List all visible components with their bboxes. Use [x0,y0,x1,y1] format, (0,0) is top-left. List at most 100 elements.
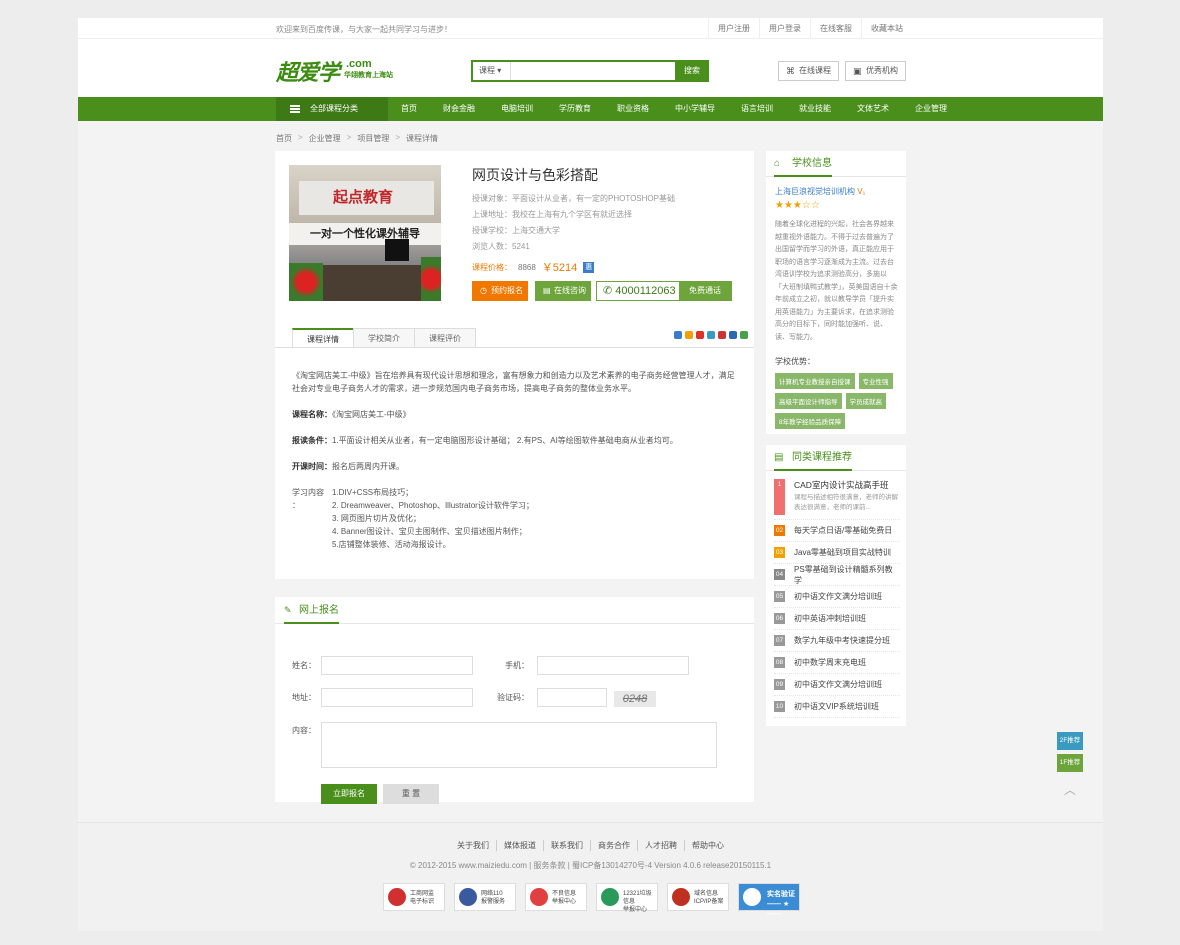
badge-line: 举报中心 [552,899,577,905]
tab-course-detail[interactable]: 课程详情 [292,328,354,347]
online-course-button[interactable]: ⌘ 在线课程 [778,61,839,81]
tab-course-review[interactable]: 课程评价 [414,328,476,347]
recommend-item[interactable]: 07 数学九年级中考快速提分班 [774,630,900,652]
address-field[interactable] [321,688,473,707]
nav-item-management[interactable]: 企业管理 [902,97,960,121]
reset-button[interactable]: 重 置 [383,784,439,804]
logo-text: 超爱学 [276,60,340,85]
name-field[interactable] [321,656,473,675]
requirement-label: 报读条件： [292,436,332,445]
footer-link-business[interactable]: 商务合作 [590,840,637,851]
good-org-label: 优秀机构 [866,66,898,75]
floor-1f-button[interactable]: 1F推荐 [1057,754,1083,772]
signup-button[interactable]: ◷ 预约报名 [472,281,528,301]
tab-divider [275,347,754,348]
course-school: 授课学校：上海交通大学 [472,226,560,235]
recommend-rank: 04 [774,569,785,580]
recommend-item[interactable]: 09 初中语文作文满分培训班 [774,674,900,696]
recommend-item-featured[interactable]: 1 CAD室内设计实战高手班 课程与描述相符很满意，老师的讲解表达很满意，老师的… [774,475,900,520]
nav-item-degree[interactable]: 学历教育 [546,97,604,121]
back-to-top-icon[interactable]: ︿ [1057,780,1083,800]
online-service-link[interactable]: 在线客服 [810,18,861,39]
captcha-image[interactable]: 0248 [614,691,656,707]
recommend-item[interactable]: 05 初中语文作文满分培训班 [774,586,900,608]
consult-button[interactable]: ▤ 在线咨询 [535,281,591,301]
share-renren-icon[interactable] [729,331,737,339]
badge-domain-icp[interactable]: 域名信息 ICP/IP备案 [667,883,729,911]
login-link[interactable]: 用户登录 [759,18,810,39]
search-category-select[interactable]: 课程 ▾ [473,62,511,80]
image-monitor [385,239,409,261]
nav-item-qualification[interactable]: 职业资格 [604,97,662,121]
copyright: © 2012-2015 www.maiziedu.com | 服务条款 | 蜀I… [409,861,772,870]
recommend-rank: 1 [774,479,785,515]
nav-item-skills[interactable]: 就业技能 [786,97,844,121]
badge-police-110[interactable]: 网络110 报警服务 [454,883,516,911]
search-button[interactable]: 搜索 [675,60,709,82]
floor-2f-button[interactable]: 2F推荐 [1057,732,1083,750]
breadcrumb-home[interactable]: 首页 [276,133,292,144]
nav-item-home[interactable]: 首页 [388,97,430,121]
footer-links: 关于我们 媒体报道 联系我们 商务合作 人才招聘 帮助中心 [78,840,1103,851]
share-tencent-icon[interactable] [707,331,715,339]
captcha-label: 验证码： [497,693,529,702]
recommend-title: ▤ 同类课程推荐 [774,445,852,471]
badge-real-name-verified[interactable]: 实名验证 —— ★ —— [738,883,800,918]
badge-line: 网络110 [481,891,503,897]
page: 欢迎来到百度传课，与大家一起共同学习与进步！ 用户注册 用户登录 在线客服 收藏… [78,18,1103,931]
breadcrumb-project[interactable]: 项目管理 [357,133,389,144]
recommend-item[interactable]: 08 初中数学周末充电班 [774,652,900,674]
edit-icon: ✎ [284,605,292,615]
share-plus-icon[interactable] [674,331,682,339]
share-wechat-icon[interactable] [740,331,748,339]
phone-number: ✆ 4000112063 [603,282,676,300]
advantage-tag: 学员成就高 [845,393,886,409]
footer-link-jobs[interactable]: 人才招聘 [637,840,684,851]
badge-icp-monitor[interactable]: 工商网监 电子标识 [383,883,445,911]
nav-items: 首页 财会金融 电脑培训 学历教育 职业资格 中小学辅导 语言培训 就业技能 文… [388,97,960,121]
badge-12321-report[interactable]: 12321垃圾信息 举报中心 [596,883,658,913]
recommend-item[interactable]: 10 初中语文VIP系统培训班 [774,696,900,718]
share-qzone-icon[interactable] [685,331,693,339]
footer-link-about[interactable]: 关于我们 [450,840,496,851]
bookmark-link[interactable]: 收藏本站 [861,18,912,39]
consult-label: 在线咨询 [554,286,586,295]
search-box: 课程 ▾ 搜索 [471,60,709,82]
breadcrumb-management[interactable]: 企业管理 [309,133,341,144]
good-org-button[interactable]: ▣ 优秀机构 [845,61,906,81]
study-item: 3. 网页图片切片及优化； [332,514,421,523]
tab-school-intro[interactable]: 学校简介 [353,328,415,347]
recommend-item[interactable]: 03 Java零基础到项目实战特训 [774,542,900,564]
submit-button[interactable]: 立即报名 [321,784,377,804]
recommend-item[interactable]: 04 PS零基础到设计精髓系列教学 [774,564,900,586]
badge-bad-info-report[interactable]: 不良信息 举报中心 [525,883,587,911]
badge-line: ICP/IP备案 [694,899,724,905]
nav-item-k12[interactable]: 中小学辅导 [662,97,728,121]
recommend-list: 1 CAD室内设计实战高手班 课程与描述相符很满意，老师的讲解表达很满意，老师的… [774,475,900,718]
study-content: 学习内容 ： 1.DIV+CSS布局技巧； 2. Dreamweaver、Pho… [292,486,742,551]
recommend-item-title: 数学九年级中考快速提分班 [794,636,890,645]
footer-link-help[interactable]: 帮助中心 [684,840,731,851]
share-pinterest-icon[interactable] [718,331,726,339]
course-requirement-row: 报读条件：1.平面设计相关从业者，有一定电脑图形设计基础； 2.有PS、AI等绘… [292,434,742,447]
school-name[interactable]: 上海巨浪视觉培训机构 V₁ [775,186,865,197]
share-weibo-icon[interactable] [696,331,704,339]
site-logo[interactable]: 超爱学 .com 华翊教育上海站 [276,55,393,87]
nav-item-finance[interactable]: 财会金融 [430,97,488,121]
recommend-item-title: 初中数学周末充电班 [794,658,866,667]
nav-item-computer[interactable]: 电脑培训 [488,97,546,121]
nav-item-language[interactable]: 语言培训 [728,97,786,121]
footer-link-contact[interactable]: 联系我们 [543,840,590,851]
captcha-field[interactable] [537,688,607,707]
recommend-item[interactable]: 02 每天学点日语/零基础免费日 [774,520,900,542]
all-categories-label: 全部课程分类 [310,104,358,113]
phone-field[interactable] [537,656,689,675]
all-categories-button[interactable]: 全部课程分类 [276,97,388,121]
free-call-button[interactable]: 免费通话 [679,282,731,300]
nav-item-arts[interactable]: 文体艺术 [844,97,902,121]
content-field[interactable] [321,722,717,768]
recommend-title-text: 同类课程推荐 [792,452,852,463]
footer-link-media[interactable]: 媒体报道 [496,840,543,851]
recommend-item[interactable]: 06 初中英语冲刺培训班 [774,608,900,630]
register-link[interactable]: 用户注册 [708,18,759,39]
